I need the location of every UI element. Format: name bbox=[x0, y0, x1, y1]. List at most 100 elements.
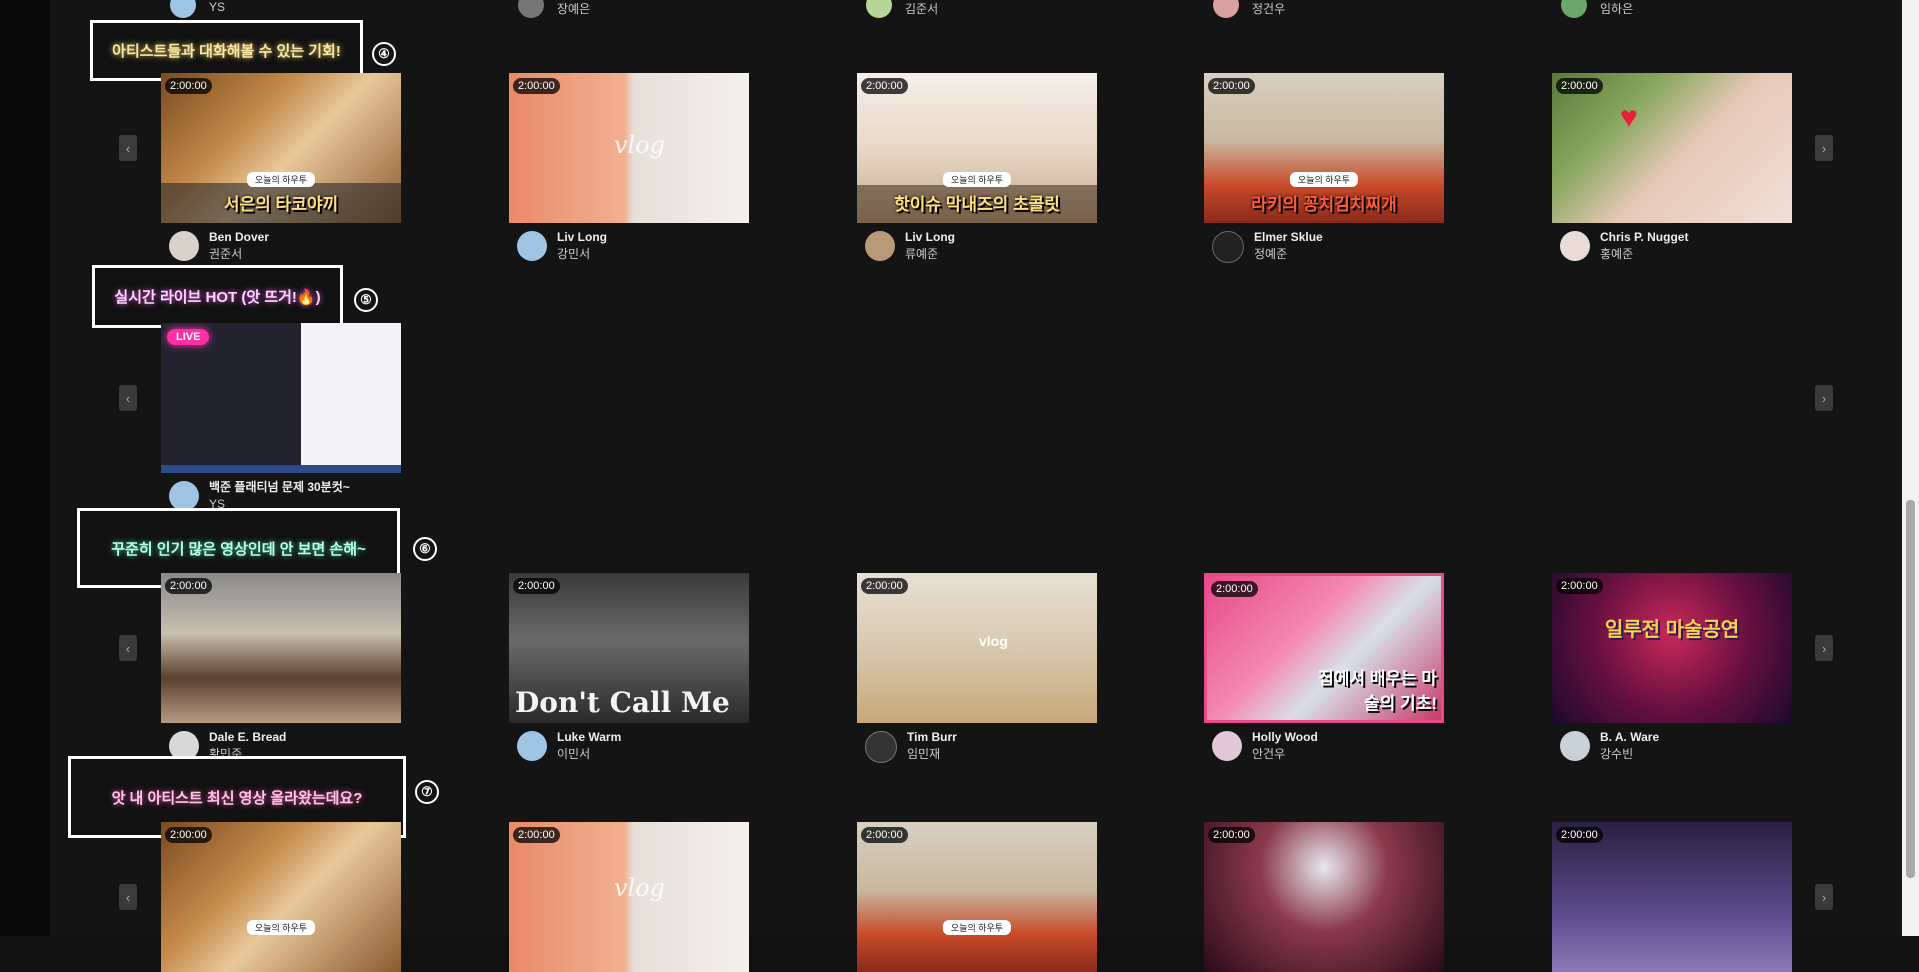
duration-badge: 2:00:00 bbox=[1556, 78, 1603, 94]
video-thumbnail[interactable]: LIVE bbox=[161, 323, 401, 473]
page-scrollbar[interactable] bbox=[1902, 0, 1919, 936]
carousel-prev-button[interactable]: ‹ bbox=[119, 385, 137, 411]
avatar[interactable] bbox=[1212, 231, 1244, 263]
carousel-next-button[interactable]: › bbox=[1815, 135, 1833, 161]
carousel-next-button[interactable]: › bbox=[1815, 385, 1833, 411]
video-thumbnail[interactable]: 2:00:00 일루전 마술공연 bbox=[1552, 573, 1792, 723]
video-thumbnail[interactable]: 2:00:00 집에서 배우는 마술의 기초! bbox=[1204, 573, 1444, 723]
video-card[interactable]: 2:00:00 Dale E. Bread 황민준 bbox=[161, 573, 401, 761]
video-card[interactable]: 2:00:00 ♥ Chris P. Nugget 홍예준 bbox=[1552, 73, 1792, 261]
video-thumbnail[interactable]: 2:00:00 오늘의 하우투 라키의 꽁치김치찌개 bbox=[1204, 73, 1444, 223]
duration-badge: 2:00:00 bbox=[165, 827, 212, 843]
avatar[interactable] bbox=[169, 481, 199, 511]
video-card[interactable]: 2:00:00 오늘의 하우투 라키의 꽁치김치찌개 Elmer Sklue 정예… bbox=[1204, 73, 1444, 263]
artist-name[interactable]: 정건우 bbox=[1252, 0, 1285, 17]
show-tag: 오늘의 하우투 bbox=[942, 920, 1012, 935]
scrollbar-thumb[interactable] bbox=[1906, 500, 1915, 878]
video-meta: Luke Warm 이민서 bbox=[517, 729, 621, 763]
video-card[interactable]: 2:00:00 오늘의 하우투 bbox=[161, 822, 401, 972]
video-card[interactable]: 2:00:00 vlog bbox=[509, 822, 749, 972]
video-card[interactable]: 2:00:00 Don't Call Me Luke Warm 이민서 bbox=[509, 573, 749, 761]
carousel-next-button[interactable]: › bbox=[1815, 884, 1833, 910]
heart-icon: ♥ bbox=[1620, 101, 1638, 134]
video-thumbnail[interactable]: 2:00:00 bbox=[161, 573, 401, 723]
live-title[interactable]: 백준 플래티넘 문제 30분컷~ bbox=[209, 479, 350, 495]
duration-badge: 2:00:00 bbox=[1208, 827, 1255, 843]
carousel-prev-button[interactable]: ‹ bbox=[119, 884, 137, 910]
duration-badge: 2:00:00 bbox=[513, 78, 560, 94]
section-title-text: 꾸준히 인기 많은 영상인데 안 보면 손해~ bbox=[111, 540, 366, 558]
thumbnail-caption: 핫이슈 막내즈의 초콜릿 bbox=[894, 195, 1060, 214]
video-meta: Ben Dover 권준서 bbox=[169, 229, 269, 263]
username[interactable]: Tim Burr bbox=[907, 729, 957, 745]
username[interactable]: B. A. Ware bbox=[1600, 729, 1659, 745]
video-thumbnail[interactable]: 2:00:00 vlog bbox=[509, 822, 749, 972]
video-thumbnail[interactable]: 2:00:00 vlog bbox=[509, 73, 749, 223]
video-card[interactable]: 2:00:00 vlog Liv Long 강민서 bbox=[509, 73, 749, 261]
video-thumbnail[interactable]: 2:00:00 vlog bbox=[857, 573, 1097, 723]
video-card[interactable]: 2:00:00 vlog Tim Burr 임민재 bbox=[857, 573, 1097, 763]
video-card[interactable]: 2:00:00 오늘의 하우투 핫이슈 막내즈의 초콜릿 Liv Long 류예준 bbox=[857, 73, 1097, 261]
thumbnail-caption: 라키의 꽁치김치찌개 bbox=[1251, 195, 1397, 214]
username[interactable]: Luke Warm bbox=[557, 729, 621, 745]
carousel-prev-button[interactable]: ‹ bbox=[119, 635, 137, 661]
show-tag: 오늘의 하우투 bbox=[1289, 172, 1359, 187]
duration-badge: 2:00:00 bbox=[1211, 581, 1258, 597]
video-thumbnail[interactable]: 2:00:00 ♥ bbox=[1552, 73, 1792, 223]
video-thumbnail[interactable]: 2:00:00 Don't Call Me bbox=[509, 573, 749, 723]
artist-name[interactable]: 홍예준 bbox=[1600, 245, 1688, 263]
video-card[interactable]: 2:00:00 집에서 배우는 마술의 기초! Holly Wood 안건우 bbox=[1204, 573, 1444, 761]
artist-name[interactable]: 안건우 bbox=[1252, 745, 1318, 763]
username[interactable]: Ben Dover bbox=[209, 229, 269, 245]
duration-badge: 2:00:00 bbox=[861, 578, 908, 594]
username[interactable]: Dale E. Bread bbox=[209, 729, 286, 745]
artist-name[interactable]: 정예준 bbox=[1254, 245, 1323, 263]
show-tag: 오늘의 하우투 bbox=[942, 172, 1012, 187]
carousel-prev-button[interactable]: ‹ bbox=[119, 135, 137, 161]
artist-name[interactable]: 권준서 bbox=[209, 245, 269, 263]
username[interactable]: Liv Long bbox=[905, 229, 955, 245]
thumbnail-caption: vlog bbox=[979, 633, 1008, 649]
username[interactable]: Chris P. Nugget bbox=[1600, 229, 1688, 245]
avatar[interactable] bbox=[1560, 231, 1590, 261]
video-card[interactable]: 2:00:00 bbox=[1552, 822, 1792, 972]
video-thumbnail[interactable]: 2:00:00 오늘의 하우투 bbox=[857, 822, 1097, 972]
artist-name[interactable]: 강수빈 bbox=[1600, 745, 1659, 763]
artist-name[interactable]: 류예준 bbox=[905, 245, 955, 263]
username[interactable]: Liv Long bbox=[557, 229, 607, 245]
avatar[interactable] bbox=[517, 231, 547, 261]
video-card[interactable]: 2:00:00 오늘의 하우투 서은의 타코야끼 Ben Dover 권준서 bbox=[161, 73, 401, 261]
screen-doc-pane bbox=[301, 323, 401, 473]
video-card[interactable]: 2:00:00 일루전 마술공연 B. A. Ware 강수빈 bbox=[1552, 573, 1792, 761]
artist-name[interactable]: 임민재 bbox=[907, 745, 957, 763]
video-meta: Liv Long 강민서 bbox=[517, 229, 607, 263]
artist-name[interactable]: 이민서 bbox=[557, 745, 621, 763]
username[interactable]: Holly Wood bbox=[1252, 729, 1318, 745]
artist-name[interactable]: YS bbox=[209, 0, 225, 14]
video-card[interactable]: 2:00:00 오늘의 하우투 bbox=[857, 822, 1097, 972]
video-card[interactable]: LIVE 백준 플래티넘 문제 30분컷~ YS bbox=[161, 323, 401, 511]
section-number-badge: ⑦ bbox=[415, 780, 439, 804]
avatar[interactable] bbox=[865, 231, 895, 261]
artist-name[interactable]: 김준서 bbox=[905, 0, 938, 17]
artist-name[interactable]: 강민서 bbox=[557, 245, 607, 263]
video-card[interactable]: 2:00:00 bbox=[1204, 822, 1444, 972]
username[interactable]: Elmer Sklue bbox=[1254, 229, 1323, 245]
video-thumbnail[interactable]: 2:00:00 bbox=[1204, 822, 1444, 972]
video-meta: Liv Long 류예준 bbox=[865, 229, 955, 263]
video-thumbnail[interactable]: 2:00:00 bbox=[1552, 822, 1792, 972]
avatar[interactable] bbox=[169, 231, 199, 261]
avatar[interactable] bbox=[1560, 731, 1590, 761]
avatar[interactable] bbox=[865, 731, 897, 763]
avatar[interactable] bbox=[517, 731, 547, 761]
video-thumbnail[interactable]: 2:00:00 오늘의 하우투 핫이슈 막내즈의 초콜릿 bbox=[857, 73, 1097, 223]
video-meta: Tim Burr 임민재 bbox=[865, 729, 957, 763]
carousel-next-button[interactable]: › bbox=[1815, 635, 1833, 661]
artist-name[interactable]: 장예은 bbox=[557, 0, 590, 17]
thumbnail-caption: 서은의 타코야끼 bbox=[223, 195, 339, 214]
artist-name[interactable]: 임하은 bbox=[1600, 0, 1633, 17]
section-title-text: 앗 내 아티스트 최신 영상 올라왔는데요? bbox=[111, 789, 363, 807]
avatar[interactable] bbox=[1212, 731, 1242, 761]
video-thumbnail[interactable]: 2:00:00 오늘의 하우투 서은의 타코야끼 bbox=[161, 73, 401, 223]
video-thumbnail[interactable]: 2:00:00 오늘의 하우투 bbox=[161, 822, 401, 972]
